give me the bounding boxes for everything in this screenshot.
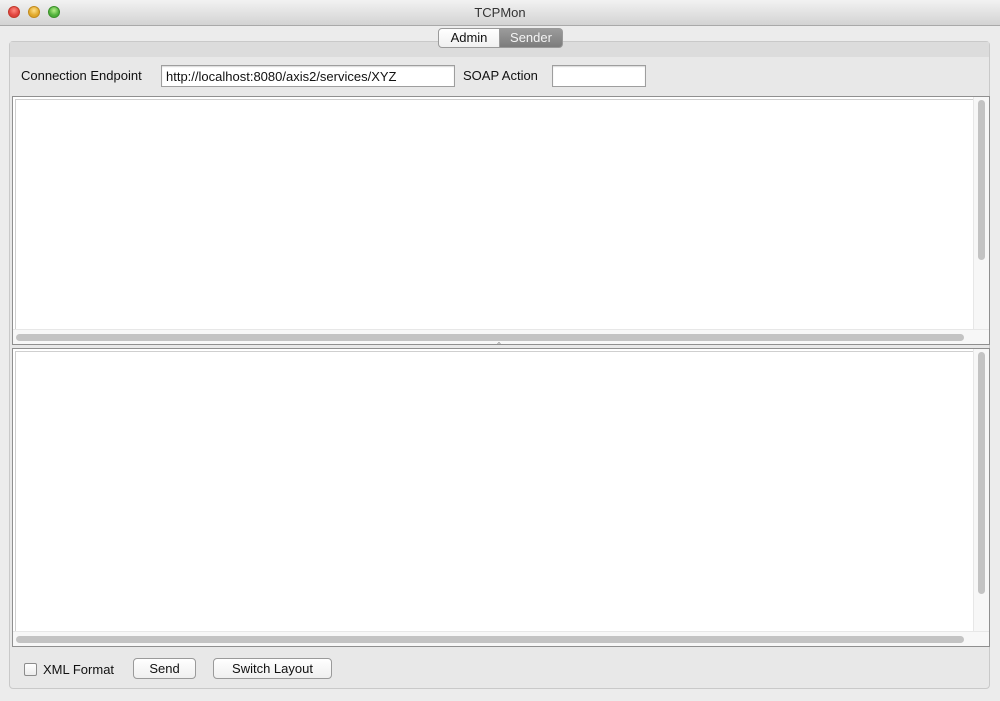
response-text-area[interactable] <box>15 351 987 644</box>
request-horizontal-scroll-thumb[interactable] <box>16 334 964 341</box>
response-vertical-scroll-thumb[interactable] <box>978 352 985 594</box>
xml-format-label: XML Format <box>43 662 115 677</box>
title-bar: TCPMon <box>0 0 1000 26</box>
tab-bar: Admin Sender <box>438 28 563 48</box>
send-button[interactable]: Send <box>133 658 196 679</box>
tab-sender[interactable]: Sender <box>500 28 563 48</box>
connection-endpoint-label: Connection Endpoint <box>21 68 142 83</box>
response-pane <box>12 348 990 647</box>
window-title: TCPMon <box>474 5 526 20</box>
request-vertical-scroll-thumb[interactable] <box>978 100 985 260</box>
response-horizontal-scrollbar[interactable] <box>13 631 989 646</box>
tab-admin[interactable]: Admin <box>438 28 500 48</box>
xml-format-checkbox[interactable] <box>24 663 37 676</box>
switch-layout-button[interactable]: Switch Layout <box>213 658 332 679</box>
response-horizontal-scroll-thumb[interactable] <box>16 636 964 643</box>
request-text-area[interactable] <box>15 99 987 342</box>
response-vertical-scrollbar[interactable] <box>973 349 989 632</box>
soap-action-label: SOAP Action <box>463 68 538 83</box>
request-vertical-scrollbar[interactable] <box>973 97 989 330</box>
request-pane <box>12 96 990 345</box>
connection-endpoint-input[interactable] <box>161 65 455 87</box>
soap-action-input[interactable] <box>552 65 646 87</box>
